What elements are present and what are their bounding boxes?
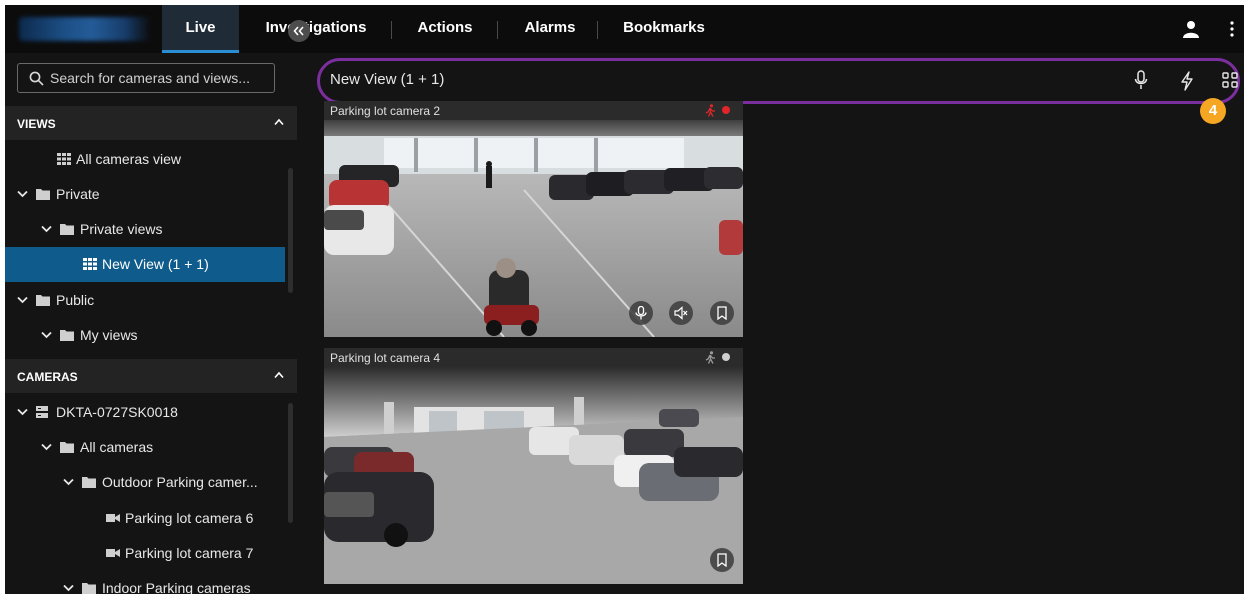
search-box[interactable] bbox=[17, 63, 275, 93]
camera-icon bbox=[106, 549, 120, 557]
camera-item-parking-7[interactable]: Parking lot camera 7 bbox=[5, 536, 285, 571]
tab-live[interactable]: Live bbox=[162, 5, 239, 53]
chevron-down-icon[interactable] bbox=[41, 443, 52, 451]
top-navigation-bar: Live Investigations Actions Alarms Bookm… bbox=[5, 5, 1244, 53]
server-icon bbox=[36, 406, 48, 418]
tab-investigations[interactable]: Investigations bbox=[255, 5, 377, 53]
bookmark-icon bbox=[717, 306, 727, 320]
view-item-all-cameras[interactable]: All cameras view bbox=[5, 142, 285, 177]
view-header-bar: New View (1 + 1) bbox=[317, 58, 1240, 104]
tab-divider bbox=[597, 21, 598, 39]
chevron-down-icon[interactable] bbox=[41, 331, 52, 339]
chevron-down-icon[interactable] bbox=[17, 408, 28, 416]
tree-item-label: New View (1 + 1) bbox=[102, 256, 209, 272]
lightning-bolt-icon[interactable] bbox=[1180, 71, 1194, 91]
tab-actions[interactable]: Actions bbox=[405, 5, 485, 53]
tree-item-label: All cameras bbox=[80, 439, 154, 455]
view-title: New View (1 + 1) bbox=[330, 71, 445, 88]
camera-tile-name: Parking lot camera 4 bbox=[330, 351, 441, 365]
cameras-section-header[interactable]: CAMERAS bbox=[5, 359, 297, 393]
chevron-up-icon[interactable] bbox=[274, 118, 284, 126]
recording-indicator bbox=[722, 106, 730, 114]
tree-item-label: Parking lot camera 7 bbox=[125, 545, 254, 561]
callout-badge: 4 bbox=[1200, 98, 1226, 124]
view-folder-my-views[interactable]: My views bbox=[5, 318, 285, 353]
search-input[interactable] bbox=[50, 69, 268, 87]
camera-tile-parking-2[interactable]: Parking lot camera 2 bbox=[324, 101, 743, 337]
bookmark-button[interactable] bbox=[710, 301, 734, 325]
tree-item-label: Parking lot camera 6 bbox=[125, 510, 254, 526]
view-item-new-view[interactable]: New View (1 + 1) bbox=[5, 247, 285, 282]
camera-folder-all-cameras[interactable]: All cameras bbox=[5, 430, 285, 465]
speaker-muted-icon bbox=[674, 306, 688, 320]
tab-divider bbox=[391, 21, 392, 39]
chevron-down-icon[interactable] bbox=[63, 478, 74, 486]
view-folder-public[interactable]: Public bbox=[5, 283, 285, 318]
chevron-down-icon[interactable] bbox=[41, 225, 52, 233]
views-scrollbar[interactable] bbox=[288, 168, 293, 293]
camera-tile-name: Parking lot camera 2 bbox=[330, 104, 441, 118]
tree-item-label: Private views bbox=[80, 221, 163, 237]
bookmark-icon bbox=[717, 553, 727, 567]
tab-divider bbox=[497, 21, 498, 39]
microphone-button[interactable] bbox=[629, 301, 653, 325]
motion-detection-icon bbox=[705, 351, 715, 364]
tree-item-label: All cameras view bbox=[76, 151, 182, 167]
chevron-up-icon[interactable] bbox=[274, 371, 284, 379]
camera-folder-outdoor[interactable]: Outdoor Parking camer... bbox=[5, 465, 285, 500]
camera-tile-parking-4[interactable]: Parking lot camera 4 bbox=[324, 348, 743, 584]
camera-server-item[interactable]: DKTA-0727SK0018 bbox=[5, 395, 285, 430]
folder-icon bbox=[60, 224, 74, 235]
cameras-scrollbar[interactable] bbox=[288, 403, 293, 523]
tree-item-label: DKTA-0727SK0018 bbox=[56, 404, 178, 420]
camera-feed-image[interactable] bbox=[324, 367, 743, 584]
tree-item-label: Private bbox=[56, 186, 100, 202]
brand-logo bbox=[19, 17, 151, 41]
grid-view-icon bbox=[83, 258, 97, 270]
tree-item-label: Public bbox=[56, 292, 95, 308]
chevron-down-icon[interactable] bbox=[17, 190, 28, 198]
camera-item-parking-6[interactable]: Parking lot camera 6 bbox=[5, 501, 285, 536]
folder-icon bbox=[36, 295, 50, 306]
tab-alarms[interactable]: Alarms bbox=[510, 5, 590, 53]
folder-icon bbox=[36, 189, 50, 200]
camera-tile-header: Parking lot camera 2 bbox=[324, 101, 743, 120]
user-icon[interactable] bbox=[1182, 20, 1200, 38]
cameras-section-label: CAMERAS bbox=[17, 370, 78, 384]
motion-detection-icon bbox=[705, 104, 715, 117]
folder-icon bbox=[82, 583, 96, 594]
view-folder-private-views[interactable]: Private views bbox=[5, 212, 285, 247]
camera-tile-header: Parking lot camera 4 bbox=[324, 348, 743, 367]
folder-icon bbox=[60, 442, 74, 453]
tree-item-label: My views bbox=[80, 327, 138, 343]
collapse-sidebar-button[interactable] bbox=[288, 20, 310, 42]
camera-folder-indoor[interactable]: Indoor Parking cameras bbox=[5, 571, 285, 594]
bookmark-button[interactable] bbox=[710, 548, 734, 572]
views-section-label: VIEWS bbox=[17, 117, 56, 131]
recording-indicator bbox=[722, 353, 730, 361]
chevron-down-icon[interactable] bbox=[63, 584, 74, 592]
layout-grid-icon[interactable] bbox=[1222, 72, 1238, 88]
grid-view-icon bbox=[57, 153, 71, 165]
tab-bookmarks[interactable]: Bookmarks bbox=[610, 5, 718, 53]
microphone-icon[interactable] bbox=[1134, 70, 1148, 90]
tree-item-label: Indoor Parking cameras bbox=[102, 580, 251, 594]
sidebar: VIEWS All cameras view Private Private v… bbox=[5, 53, 297, 594]
view-folder-private[interactable]: Private bbox=[5, 177, 285, 212]
tree-item-label: Outdoor Parking camer... bbox=[102, 474, 258, 490]
microphone-icon bbox=[635, 306, 647, 320]
speaker-mute-button[interactable] bbox=[669, 301, 693, 325]
folder-icon bbox=[82, 477, 96, 488]
search-icon bbox=[29, 71, 44, 86]
kebab-menu-icon[interactable] bbox=[1229, 20, 1235, 38]
folder-icon bbox=[60, 330, 74, 341]
chevron-down-icon[interactable] bbox=[17, 296, 28, 304]
camera-icon bbox=[106, 514, 120, 522]
app-window: Live Investigations Actions Alarms Bookm… bbox=[5, 5, 1244, 594]
views-section-header[interactable]: VIEWS bbox=[5, 106, 297, 140]
